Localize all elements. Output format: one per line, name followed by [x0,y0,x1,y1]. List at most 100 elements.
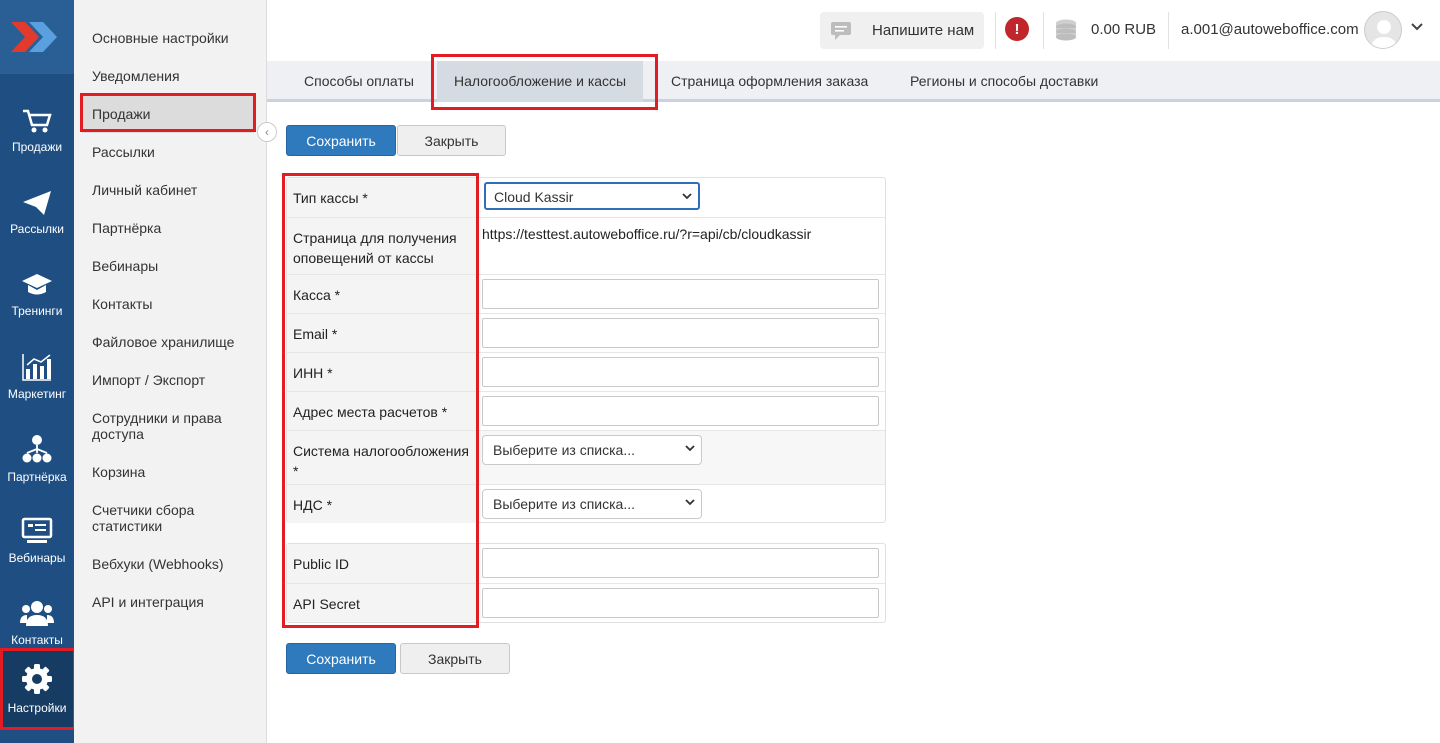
rail-item-mailings[interactable]: Рассылки [0,172,74,254]
api-secret-label: API Secret [287,584,477,622]
row-api-secret: API Secret [287,583,885,622]
write-us-label: Напишите нам [872,22,975,39]
collapse-sidebar-button[interactable]: ‹ [257,122,277,142]
cashbox-type-select[interactable]: Cloud Kassir [484,182,700,210]
public-id-label: Public ID [287,544,477,583]
presentation-icon [21,517,53,543]
rail-item-partners[interactable]: Партнёрка [0,418,74,500]
subnav-item-general[interactable]: Основные настройки [92,30,252,46]
tax-system-select[interactable]: Выберите из списка... [482,435,702,465]
chevron-down-icon [685,445,695,452]
rail-item-sales[interactable]: Продажи [0,90,74,172]
inn-label: ИНН * [287,353,477,391]
settings-tabs: Способы оплаты Налогообложение и кассы С… [267,61,1440,102]
rail-item-webinars[interactable]: Вебинары [0,500,74,582]
row-notify-page: Страница для получения оповещений от кас… [287,217,885,274]
subnav-item-sales[interactable]: Продажи [82,95,254,133]
rail-item-label: Партнёрка [7,470,67,484]
tab-payment-methods[interactable]: Способы оплаты [304,73,414,89]
rail-item-label: Тренинги [11,304,63,318]
chat-bubbles-icon [831,21,851,40]
tab-order-page[interactable]: Страница оформления заказа [671,73,868,89]
address-input[interactable] [482,396,879,426]
notify-page-label: Страница для получения оповещений от кас… [287,218,477,274]
api-secret-input[interactable] [482,588,879,618]
rail-item-marketing[interactable]: Маркетинг [0,336,74,418]
email-label: Email * [287,314,477,352]
vat-value: Выберите из списка... [493,496,636,512]
chevron-down-icon [685,499,695,506]
paper-plane-icon [23,191,51,215]
subnav-item-partners[interactable]: Партнёрка [92,220,252,236]
chevron-down-icon[interactable] [1410,20,1424,34]
users-icon [20,601,54,626]
subnav-item-mailings[interactable]: Рассылки [92,144,252,160]
subnav-item-notifications[interactable]: Уведомления [92,68,252,84]
api-credentials-panel: Public ID API Secret [286,543,886,623]
tab-delivery-regions[interactable]: Регионы и способы доставки [910,73,1098,89]
close-button-top[interactable]: Закрыть [397,125,506,156]
subnav-item-trash[interactable]: Корзина [92,464,252,480]
chevron-left-icon: ‹ [265,125,269,139]
user-silhouette-icon [1371,20,1397,48]
main-nav-rail: Продажи Рассылки Тренинги Маркетинг Парт… [0,0,76,743]
row-public-id: Public ID [287,544,885,583]
gear-icon [22,664,52,694]
rail-item-settings[interactable]: Настройки [0,648,74,730]
subnav-item-import-export[interactable]: Импорт / Экспорт [92,372,252,388]
user-email[interactable]: a.001@autoweboffice.com [1181,21,1359,38]
rail-item-label: Вебинары [8,551,66,565]
app-logo[interactable] [0,0,74,74]
coins-icon [1056,19,1076,41]
alert-icon[interactable]: ! [1005,17,1029,41]
cashbox-type-label: Тип кассы * [287,178,477,217]
rail-item-label: Рассылки [10,222,64,236]
save-button-top[interactable]: Сохранить [286,125,396,156]
rail-item-trainings[interactable]: Тренинги [0,254,74,336]
subnav-item-webinars[interactable]: Вебинары [92,258,252,274]
network-icon [22,435,52,463]
subnav-item-webhooks[interactable]: Вебхуки (Webhooks) [92,556,252,572]
subnav-item-api[interactable]: API и интеграция [92,594,252,610]
settings-subnav: Основные настройки Уведомления Продажи Р… [74,0,267,743]
row-cashbox-type: Тип кассы * Cloud Kassir [287,178,885,217]
row-tax-system: Система налогообложения * Выберите из сп… [287,430,885,484]
save-button-bottom[interactable]: Сохранить [286,643,396,674]
row-address: Адрес места расчетов * [287,391,885,430]
row-vat: НДС * Выберите из списка... [287,484,885,523]
bar-chart-icon [22,354,51,381]
inn-input[interactable] [482,357,879,387]
address-label: Адрес места расчетов * [287,392,477,430]
rail-item-label: Продажи [11,140,63,154]
row-kassa: Касса * [287,274,885,313]
header-divider [1168,12,1169,49]
avatar[interactable] [1364,11,1402,49]
subnav-item-contacts[interactable]: Контакты [92,296,252,312]
logo-chevrons-icon [11,22,57,52]
subnav-item-file-storage[interactable]: Файловое хранилище [92,334,252,350]
chevron-down-icon [682,193,692,200]
graduation-cap-icon [22,274,52,295]
public-id-input[interactable] [482,548,879,578]
cashbox-settings-panel: Тип кассы * Cloud Kassir Страница для по… [286,177,886,523]
email-field[interactable] [482,318,879,348]
top-header: Напишите нам ! 0.00 RUB a.001@autoweboff… [267,0,1440,61]
subnav-item-cabinet[interactable]: Личный кабинет [92,182,252,198]
notify-page-url: https://testtest.autoweboffice.ru/?r=api… [482,226,812,242]
subnav-item-counters[interactable]: Счетчики сбора статистики [92,502,252,534]
tax-system-value: Выберите из списка... [493,442,636,458]
rail-item-label: Настройки [7,701,67,715]
kassa-input[interactable] [482,279,879,309]
header-divider [995,12,996,49]
tab-taxation-cashboxes[interactable]: Налогообложение и кассы [437,61,644,102]
kassa-label: Касса * [287,275,477,313]
rail-item-label: Контакты [11,633,63,647]
close-button-bottom[interactable]: Закрыть [400,643,510,674]
account-balance[interactable]: 0.00 RUB [1091,21,1156,38]
subnav-item-staff[interactable]: Сотрудники и права доступа [92,410,252,442]
row-inn: ИНН * [287,352,885,391]
vat-label: НДС * [287,485,477,523]
write-us-button[interactable]: Напишите нам [820,12,984,49]
header-divider [1043,12,1044,49]
vat-select[interactable]: Выберите из списка... [482,489,702,519]
